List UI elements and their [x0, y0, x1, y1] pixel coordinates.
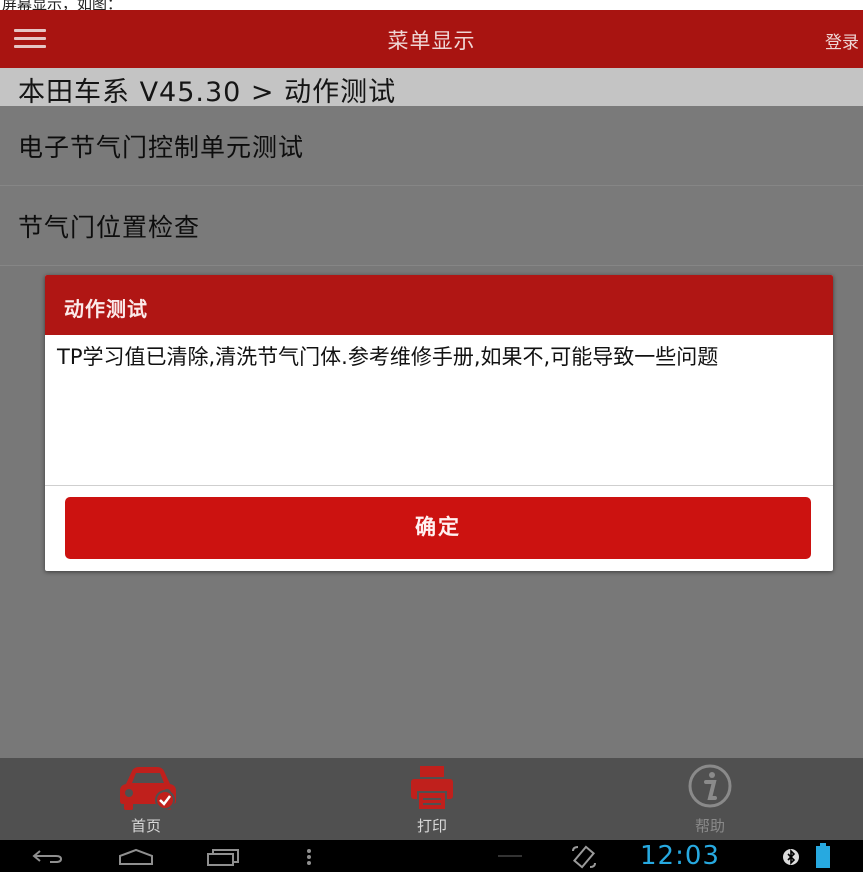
info-icon: [688, 764, 732, 808]
page-caption: 屏幕显示，如图：: [0, 0, 863, 10]
list-item-throttle-position-check[interactable]: 节气门位置检查: [0, 186, 863, 266]
nav-home[interactable]: 首页: [86, 758, 206, 840]
recents-icon[interactable]: [205, 847, 241, 867]
nav-home-label: 首页: [130, 817, 161, 835]
bluetooth-icon: [783, 849, 799, 865]
overflow-menu-icon[interactable]: [305, 848, 313, 866]
breadcrumb-text: 本田车系 V45.30 > 动作测试: [18, 77, 397, 108]
status-clock: 12:03: [640, 841, 720, 871]
car-check-icon: [120, 767, 176, 810]
breadcrumb: 本田车系 V45.30 > 动作测试: [0, 68, 863, 108]
nav-print[interactable]: 打印: [372, 758, 492, 840]
nav-print-label: 打印: [416, 817, 447, 835]
nav-help-label: 帮助: [694, 817, 725, 835]
list-item-label: 电子节气门控制单元测试: [18, 133, 305, 162]
dialog-title: 动作测试: [64, 297, 148, 321]
list-item-label: 节气门位置检查: [18, 213, 201, 242]
printer-icon: [411, 766, 453, 811]
back-icon[interactable]: [30, 849, 64, 865]
bottom-nav-bar: 首页 打印 帮助: [0, 758, 863, 840]
confirm-button[interactable]: 确定: [65, 497, 811, 559]
rotation-icon: [572, 845, 596, 869]
action-test-dialog: 动作测试 TP学习值已清除,清洗节气门体.参考维修手册,如果不,可能导致一些问题…: [45, 275, 833, 571]
caption-text: 屏幕显示，如图：: [2, 0, 123, 10]
app-title-bar: 菜单显示 登录: [0, 10, 863, 68]
nav-help[interactable]: 帮助: [650, 758, 770, 840]
page-title: 菜单显示: [387, 29, 476, 53]
dialog-header: 动作测试: [45, 275, 833, 335]
home-icon[interactable]: [117, 847, 155, 867]
list-item-throttle-control-test[interactable]: 电子节气门控制单元测试: [0, 106, 863, 186]
dialog-message: TP学习值已清除,清洗节气门体.参考维修手册,如果不,可能导致一些问题: [57, 345, 719, 369]
divider-icon: [498, 855, 522, 857]
battery-icon: [816, 843, 830, 868]
system-nav-bar: 12:03: [0, 840, 863, 872]
login-button[interactable]: 登录: [825, 28, 859, 53]
dialog-divider: [45, 485, 833, 486]
